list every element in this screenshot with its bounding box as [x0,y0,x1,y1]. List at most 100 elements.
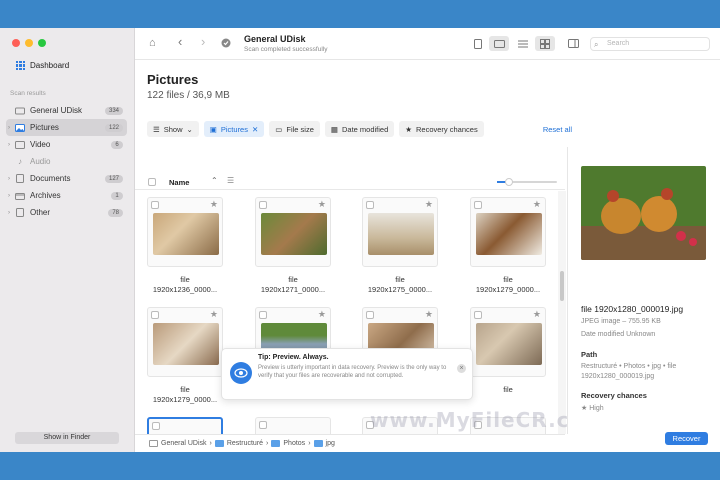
sidebar-item-documents[interactable]: › Documents 127 [6,170,127,187]
window-title: General UDisk [244,34,306,44]
star-icon[interactable]: ★ [210,309,218,320]
preview-panel-icon[interactable] [565,36,581,51]
checkbox[interactable] [151,311,159,319]
checkbox[interactable] [151,201,159,209]
star-icon[interactable]: ★ [318,309,326,320]
toolbar: ⌂ ‹ › General UDisk Scan completed succe… [135,28,720,60]
photo-thumbnail [153,323,219,365]
path-segment[interactable]: jpg [326,440,335,447]
checkbox[interactable] [474,201,482,209]
star-icon[interactable]: ★ [425,199,433,210]
recovery-chances-filter[interactable]: ★ Recovery chances [399,121,484,137]
photo-thumbnail [261,213,327,255]
slider-handle[interactable] [505,178,513,186]
reset-all-link[interactable]: Reset all [543,125,572,134]
app-window: Dashboard Scan results General UDisk 334… [0,28,720,452]
other-icon [14,208,26,218]
thumbnail-item[interactable]: ★ file [470,307,546,395]
back-icon[interactable]: ‹ [178,35,182,48]
search-input[interactable]: ⌕ Search [590,37,710,51]
count-badge: 1 [111,191,123,200]
checkbox[interactable] [366,201,374,209]
star-icon[interactable]: ★ [533,309,541,320]
thumbnail-item[interactable]: ★ file 1920x1275_0000... [362,197,438,295]
sidebar-item-audio[interactable]: ♪ Audio [6,153,127,170]
thumbnail-item[interactable]: ★ file 1920x1271_0000... [255,197,331,295]
star-icon: ★ [405,124,412,134]
star-icon[interactable]: ★ [318,199,326,210]
path-segment[interactable]: General UDisk [161,440,207,447]
checkbox[interactable] [259,421,267,429]
show-in-finder-button[interactable]: Show in Finder [15,432,119,444]
photo-thumbnail [153,213,219,255]
checkbox[interactable] [366,311,374,319]
folder-view-icon[interactable] [489,36,509,51]
thumbnail-item[interactable]: ★ file 1920x1236_0000... [147,197,223,295]
grid-scrollbar[interactable] [558,191,566,434]
calendar-icon: ▦ [330,124,338,134]
remove-filter-icon[interactable]: ✕ [252,125,258,134]
file-summary: 122 files / 36,9 MB [147,90,230,101]
thumbnail-size-slider[interactable] [497,178,557,186]
checkbox[interactable] [259,311,267,319]
sort-options-icon[interactable]: ☰ [227,176,234,185]
star-icon[interactable]: ★ [425,309,433,320]
video-icon [14,140,26,150]
window-controls [0,28,134,47]
sidebar-item-other[interactable]: › Other 78 [6,204,127,221]
scan-status: Scan completed successfully [244,46,328,53]
thumbnail-item[interactable] [255,417,331,434]
close-window-button[interactable] [12,39,20,47]
sidebar-item-video[interactable]: › Video 6 [6,136,127,153]
file-view-icon[interactable] [470,36,486,51]
check-circle-icon [221,38,231,51]
thumbnail-item[interactable]: ★ file 1920x1279_0000... [147,307,223,405]
pictures-filter-chip[interactable]: ▣ Pictures ✕ [203,121,265,137]
document-icon [14,174,26,184]
select-all-checkbox[interactable] [148,178,156,186]
recovery-chances-heading: Recovery chances [581,391,647,400]
thumbnail-item[interactable]: ★ file 1920x1279_0000... [470,197,546,295]
path-segment[interactable]: Photos [283,440,305,447]
zoom-window-button[interactable] [38,39,46,47]
tip-title: Tip: Preview. Always. [258,354,329,361]
minimize-window-button[interactable] [25,39,33,47]
checkbox[interactable] [152,422,160,430]
sidebar-item-archives[interactable]: › Archives 1 [6,187,127,204]
photo-thumbnail [476,323,542,365]
sort-up-icon[interactable]: ⌃ [211,176,218,185]
disk-icon [14,106,26,116]
count-badge: 127 [104,174,123,183]
close-tip-icon[interactable]: × [457,364,466,373]
list-view-icon[interactable] [515,36,531,51]
sidebar: Dashboard Scan results General UDisk 334… [0,28,135,452]
home-icon[interactable]: ⌂ [149,38,156,49]
search-icon: ⌕ [594,40,599,49]
list-header: Name ⌃ ☰ [135,174,565,190]
date-modified-filter[interactable]: ▦ Date modified [324,121,395,137]
filter-bar: ☰ Show ⌄ ▣ Pictures ✕ ▭ File size ▦ Date… [147,121,484,137]
scan-results-label: Scan results [10,90,46,97]
scrollbar-thumb[interactable] [560,271,564,301]
picture-icon [14,123,26,133]
checkbox[interactable] [259,201,267,209]
file-size-filter[interactable]: ▭ File size [269,121,320,137]
count-badge: 334 [104,106,123,115]
folder-icon [271,440,281,447]
preview-file-type: JPEG image – 755.95 KB [581,318,661,325]
star-icon[interactable]: ★ [533,199,541,210]
name-column-header[interactable]: Name [169,178,189,187]
star-icon: ★ [581,405,588,412]
show-filter-dropdown[interactable]: ☰ Show ⌄ [147,121,199,137]
thumbnail-item[interactable] [147,417,223,434]
recover-button[interactable]: Recover [665,432,708,445]
forward-icon[interactable]: › [201,35,205,48]
checkbox[interactable] [474,311,482,319]
sidebar-item-general-udisk[interactable]: General UDisk 334 [6,102,127,119]
star-icon[interactable]: ★ [210,199,218,210]
grid-view-icon[interactable] [535,36,555,51]
sidebar-item-pictures[interactable]: › Pictures 122 [6,119,127,136]
sidebar-item-dashboard[interactable]: Dashboard [16,61,126,70]
path-segment[interactable]: Restructuré [227,440,263,447]
eye-icon [230,362,252,384]
